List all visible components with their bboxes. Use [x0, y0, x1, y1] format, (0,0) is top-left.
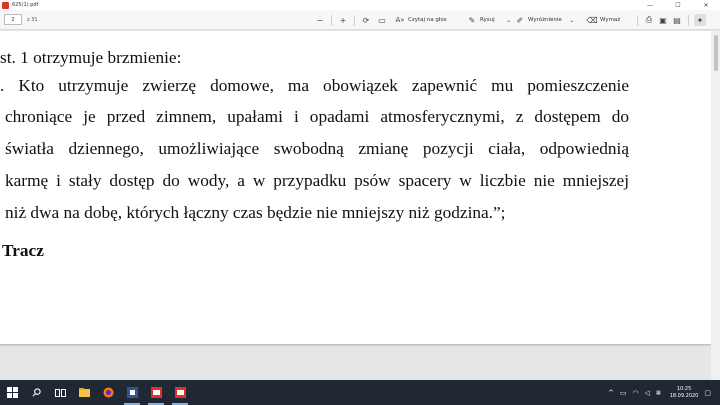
pdf-page: st. 1 otrzymuje brzmienie: . Kto utrzymu…: [0, 31, 711, 344]
pdf-app-icon: [2, 1, 9, 9]
clock-time: 10:25: [676, 385, 692, 392]
toolbar-divider: [688, 14, 689, 26]
save-icon[interactable]: ▣: [657, 14, 669, 26]
clock-date: 18.09.2020: [669, 392, 699, 399]
network-icon[interactable]: ◠: [633, 389, 639, 397]
search-icon: [32, 388, 41, 397]
document-line: karmę i stały dostęp do wody, a w przypa…: [5, 171, 629, 190]
page-number-input[interactable]: 2: [4, 14, 22, 25]
document-line: chroniące je przed zimnem, upałami i opa…: [5, 107, 629, 126]
read-aloud-label: Czytaj na głos: [408, 17, 447, 23]
pdf-toolbar: 2 z 31 − + ⟳ ▭ A» Czytaj na głos ✎ Rysuj…: [0, 10, 720, 30]
close-button[interactable]: ✕: [692, 0, 720, 10]
toolbar-divider: [637, 14, 638, 26]
taskbar-pdf-2[interactable]: [168, 380, 192, 405]
document-line: niż dwa na dobę, których łączny czas będ…: [5, 203, 506, 222]
highlight-button[interactable]: ✐ Wyróżnienie ⌄: [514, 14, 578, 26]
maximize-button[interactable]: ☐: [664, 0, 692, 10]
chevron-down-icon[interactable]: ⌄: [566, 14, 578, 26]
notifications-icon[interactable]: ▢: [704, 389, 711, 397]
document-line: światła dziennego, umożliwiające swobodn…: [5, 139, 629, 158]
battery-icon[interactable]: ▭: [620, 389, 627, 397]
rotate-icon[interactable]: ⟳: [360, 14, 372, 26]
chevron-down-icon[interactable]: ⌄: [503, 14, 515, 26]
document-viewport[interactable]: st. 1 otrzymuje brzmienie: . Kto utrzymu…: [0, 31, 720, 380]
windows-taskbar: ^ ▭ ◠ ◁ ▦ 10:25 18.09.2020 ▢: [0, 380, 720, 405]
system-tray: ^ ▭ ◠ ◁ ▦ 10:25 18.09.2020 ▢: [605, 380, 714, 405]
firefox-icon: [103, 387, 113, 398]
word-icon: [126, 387, 138, 398]
toolbar-divider: [331, 14, 332, 26]
erase-label: Wymaż: [600, 17, 621, 23]
folder-icon: [78, 388, 90, 397]
chevron-up-icon[interactable]: ^: [608, 389, 614, 397]
vertical-scrollbar[interactable]: [711, 31, 720, 380]
task-view-button[interactable]: [48, 380, 72, 405]
minimize-button[interactable]: —: [636, 0, 664, 10]
read-aloud-button[interactable]: A» Czytaj na głos: [394, 14, 447, 26]
pin-icon[interactable]: ✦: [694, 14, 706, 26]
fit-page-icon[interactable]: ▭: [376, 14, 388, 26]
pen-icon: ✎: [468, 15, 476, 25]
task-view-icon: [54, 388, 66, 397]
keyboard-icon[interactable]: ▦: [656, 390, 661, 396]
print-icon[interactable]: ⎙: [643, 14, 655, 26]
window-controls: — ☐ ✕: [636, 0, 720, 10]
document-line: . Kto utrzymuje zwierzę domowe, ma obowi…: [0, 76, 629, 95]
taskbar-pdf-1[interactable]: [144, 380, 168, 405]
pdf-viewer-window: 625(1).pdf — ☐ ✕ 2 z 31 − + ⟳ ▭ A» Czyta…: [0, 0, 720, 405]
windows-logo-icon: [6, 387, 18, 398]
volume-icon[interactable]: ◁: [645, 389, 650, 397]
taskbar-firefox[interactable]: [96, 380, 120, 405]
highlighter-icon: ✐: [516, 15, 524, 25]
save-as-icon[interactable]: ▤: [671, 14, 683, 26]
draw-button[interactable]: ✎ Rysuj ⌄: [466, 14, 515, 26]
signature-name: Tracz: [2, 241, 44, 260]
title-bar: 625(1).pdf — ☐ ✕: [0, 0, 720, 10]
highlight-label: Wyróżnienie: [528, 17, 562, 23]
clock[interactable]: 10:25 18.09.2020: [670, 386, 699, 400]
page-total-label: z 31: [27, 16, 38, 23]
zoom-in-icon[interactable]: +: [337, 14, 349, 26]
window-title: 625(1).pdf: [12, 2, 39, 8]
toolbar-divider: [354, 14, 355, 26]
search-button[interactable]: [24, 380, 48, 405]
start-button[interactable]: [0, 380, 24, 405]
taskbar-file-explorer[interactable]: [72, 380, 96, 405]
read-aloud-icon: A»: [395, 16, 405, 24]
zoom-out-icon[interactable]: −: [314, 14, 326, 26]
erase-button[interactable]: ⌫ Wymaż: [586, 14, 620, 26]
eraser-icon: ⌫: [586, 15, 598, 25]
draw-label: Rysuj: [480, 17, 495, 23]
pdf-file-icon: [174, 387, 186, 398]
pdf-file-icon: [150, 387, 162, 398]
document-line: st. 1 otrzymuje brzmienie:: [0, 48, 182, 67]
taskbar-word[interactable]: [120, 380, 144, 405]
scrollbar-thumb[interactable]: [714, 35, 718, 71]
